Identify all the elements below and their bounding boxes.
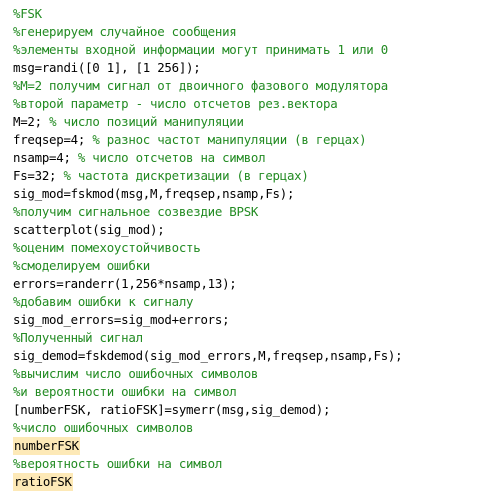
inline-comment: % частота дискретизации (в герцах) <box>63 168 309 183</box>
comment-line[interactable]: %число ошибочных символов <box>13 419 477 437</box>
comment-line[interactable]: %добавим ошибки к сигналу <box>13 293 477 311</box>
inline-comment: % число позиций манипуляции <box>49 114 244 129</box>
comment-line[interactable]: %и вероятности ошибки на символ <box>13 383 477 401</box>
code-line[interactable]: sig_mod_errors=sig_mod+errors; <box>13 311 477 329</box>
comment-line[interactable]: %элементы входной информации могут прини… <box>13 41 477 59</box>
code-line[interactable]: msg=randi([0 1], [1 256]); <box>13 59 477 77</box>
code-line[interactable]: M=2; % число позиций манипуляции <box>13 113 477 131</box>
code-line[interactable]: [numberFSK, ratioFSK]=symerr(msg,sig_dem… <box>13 401 477 419</box>
highlighted-code-line[interactable]: numberFSK <box>13 437 477 455</box>
highlighted-code-line[interactable]: ratioFSK <box>13 473 477 491</box>
code-line[interactable]: sig_demod=fskdemod(sig_mod_errors,M,freq… <box>13 347 477 365</box>
comment-line[interactable]: %второй параметр - число отсчетов рез.ве… <box>13 95 477 113</box>
code-line[interactable]: errors=randerr(1,256*nsamp,13); <box>13 275 477 293</box>
comment-line[interactable]: %генерируем случайное сообщения <box>13 23 477 41</box>
comment-line[interactable]: %оценим помехоустойчивость <box>13 239 477 257</box>
comment-line[interactable]: %вычислим число ошибочных символов <box>13 365 477 383</box>
inline-comment: % число отсчетов на символ <box>77 150 266 165</box>
comment-line[interactable]: %вероятность ошибки на символ <box>13 455 477 473</box>
comment-line[interactable]: %смоделируем ошибки <box>13 257 477 275</box>
comment-line[interactable]: %M=2 получим сигнал от двоичного фазовог… <box>13 77 477 95</box>
comment-line[interactable]: %Полученный сигнал <box>13 329 477 347</box>
comment-line[interactable]: %получим сигнальное созвездие BPSK <box>13 203 477 221</box>
code-line[interactable]: freqsep=4; % разнос частот манипуляции (… <box>13 131 477 149</box>
inline-comment: % разнос частот манипуляции (в герцах) <box>92 132 367 147</box>
code-line[interactable]: scatterplot(sig_mod); <box>13 221 477 239</box>
code-line[interactable]: Fs=32; % частота дискретизации (в герцах… <box>13 167 477 185</box>
comment-line[interactable]: %FSK <box>13 5 477 23</box>
code-line[interactable]: sig_mod=fskmod(msg,M,freqsep,nsamp,Fs); <box>13 185 477 203</box>
code-line[interactable]: nsamp=4; % число отсчетов на символ <box>13 149 477 167</box>
code-editor[interactable]: %FSK %генерируем случайное сообщения %эл… <box>0 0 477 491</box>
variable-highlight: ratioFSK <box>13 473 73 491</box>
variable-highlight: numberFSK <box>13 437 80 455</box>
